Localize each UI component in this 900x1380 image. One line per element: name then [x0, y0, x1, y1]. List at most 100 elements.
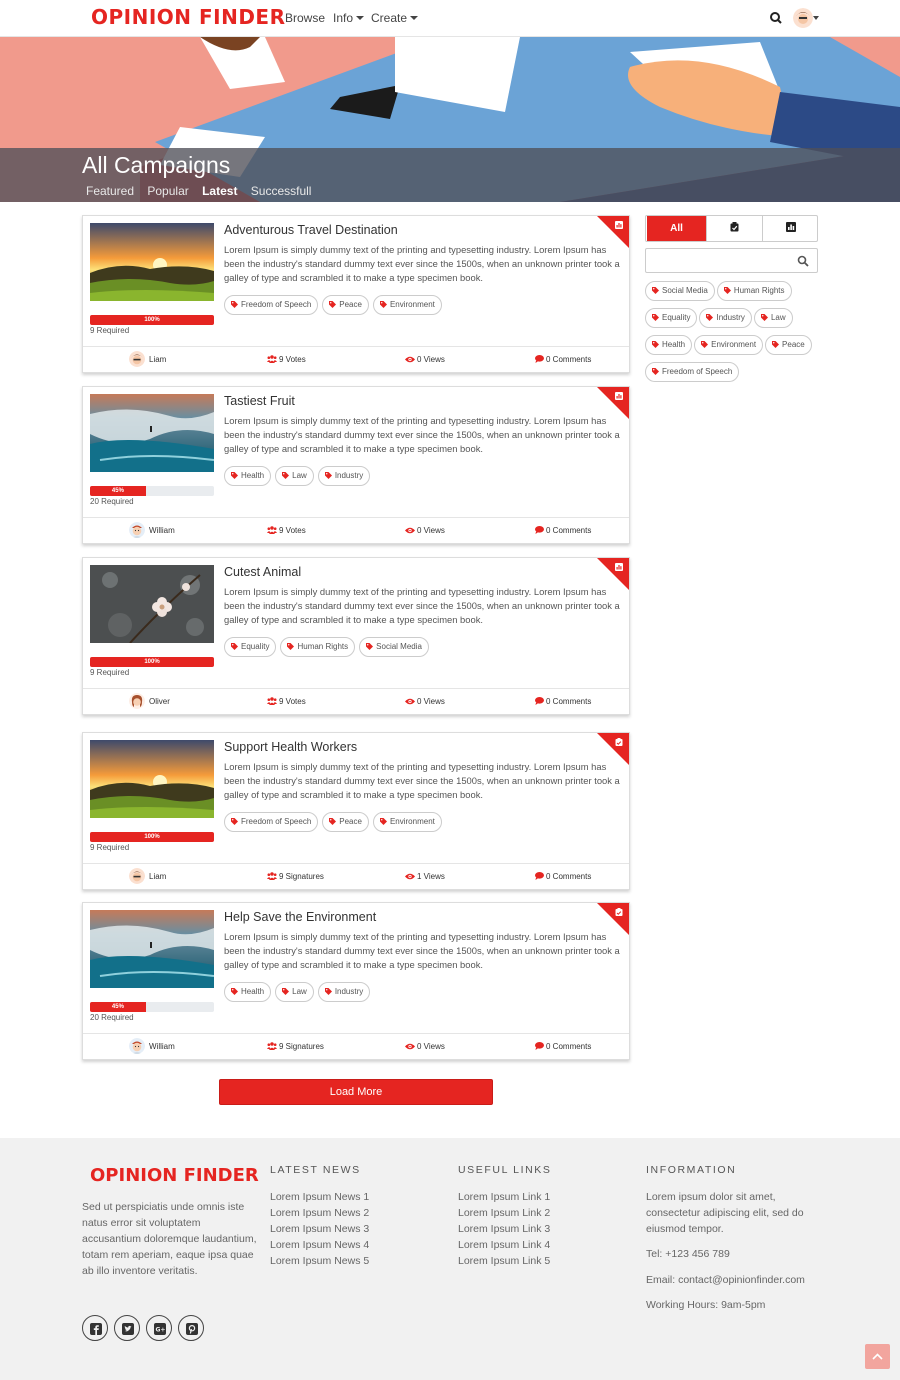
filter-polls-button[interactable]	[762, 216, 817, 241]
comments-count[interactable]: 0 Comments	[535, 872, 591, 881]
useful-link[interactable]: Lorem Ipsum Link 3	[458, 1221, 550, 1237]
author-avatar[interactable]	[129, 1038, 145, 1054]
tag-chip[interactable]: Law	[275, 982, 314, 1002]
author-name[interactable]: Oliver	[149, 697, 170, 706]
user-avatar[interactable]	[793, 8, 813, 28]
tag-icon	[760, 314, 768, 321]
tag-chip[interactable]: Freedom of Speech	[224, 812, 319, 832]
campaign-card[interactable]: 100% 9 Required Adventurous Travel Desti…	[82, 215, 630, 373]
author-name[interactable]: Liam	[149, 355, 166, 364]
tag-chip[interactable]: Industry	[317, 982, 371, 1002]
tab-latest[interactable]: Latest	[202, 184, 237, 198]
campaign-card[interactable]: 100% 9 Required Support Health Workers L…	[82, 732, 630, 890]
nav-create-label: Create	[371, 11, 408, 25]
filter-tag-chip[interactable]: Freedom of Speech	[645, 362, 740, 382]
footer-email[interactable]: Email: contact@opinionfinder.com	[646, 1272, 821, 1288]
author-avatar[interactable]	[129, 693, 145, 709]
tag-chip[interactable]: Peace	[322, 295, 369, 315]
campaign-card[interactable]: 45% 20 Required Tastiest Fruit Lorem Ips…	[82, 386, 630, 544]
author-avatar[interactable]	[129, 868, 145, 884]
tag-chip[interactable]: Health	[224, 466, 272, 486]
votes-count: 9 Signatures	[267, 1042, 324, 1051]
tag-icon	[282, 472, 290, 479]
campaign-card[interactable]: 100% 9 Required Cutest Animal Lorem Ipsu…	[82, 557, 630, 715]
author-name[interactable]: William	[149, 1042, 175, 1051]
tag-chip[interactable]: Law	[275, 466, 314, 486]
author-name[interactable]: William	[149, 526, 175, 535]
filter-tag-chip[interactable]: Industry	[699, 308, 752, 328]
search-icon[interactable]	[797, 255, 809, 267]
back-to-top-button[interactable]	[865, 1344, 890, 1369]
tag-label: Human Rights	[297, 642, 349, 651]
news-link[interactable]: Lorem Ipsum News 1	[270, 1189, 369, 1205]
filter-petitions-button[interactable]	[706, 216, 762, 241]
filter-tag-chip[interactable]: Human Rights	[716, 281, 792, 301]
chevron-down-icon[interactable]	[813, 16, 819, 20]
campaign-image[interactable]	[90, 910, 214, 988]
filter-all-button[interactable]: All	[647, 216, 706, 241]
campaign-title[interactable]: Help Save the Environment	[224, 910, 376, 924]
news-link[interactable]: Lorem Ipsum News 5	[270, 1253, 369, 1269]
votes-label: 9 Votes	[279, 697, 306, 706]
campaign-image[interactable]	[90, 394, 214, 472]
tag-icon	[366, 643, 374, 650]
campaign-title[interactable]: Cutest Animal	[224, 565, 301, 579]
brand-logo[interactable]: OPINION FINDER	[91, 5, 286, 29]
campaign-image[interactable]	[90, 565, 214, 643]
news-link[interactable]: Lorem Ipsum News 2	[270, 1205, 369, 1221]
tag-chip[interactable]: Equality	[224, 637, 277, 657]
campaign-title[interactable]: Adventurous Travel Destination	[224, 223, 398, 237]
tag-chip[interactable]: Peace	[322, 812, 369, 832]
required-count: 9 Required	[90, 668, 130, 677]
campaign-image[interactable]	[90, 223, 214, 301]
facebook-button[interactable]	[82, 1315, 108, 1341]
tab-popular[interactable]: Popular	[147, 184, 188, 198]
tag-chip[interactable]: Health	[224, 982, 272, 1002]
tag-chip[interactable]: Human Rights	[280, 637, 356, 657]
filter-tag-chip[interactable]: Peace	[765, 335, 812, 355]
search-icon[interactable]	[768, 10, 784, 26]
footer-logo[interactable]: OPINION FINDER	[90, 1165, 259, 1186]
campaign-search-input[interactable]	[645, 248, 818, 273]
pinterest-button[interactable]	[178, 1315, 204, 1341]
filter-tag-chip[interactable]: Social Media	[645, 281, 715, 301]
nav-create[interactable]: Create	[371, 11, 418, 25]
useful-link[interactable]: Lorem Ipsum Link 1	[458, 1189, 550, 1205]
tag-chip[interactable]: Environment	[372, 295, 442, 315]
tag-chip[interactable]: Environment	[372, 812, 442, 832]
tag-icon	[231, 472, 238, 479]
comments-count[interactable]: 0 Comments	[535, 526, 591, 535]
tag-icon	[231, 818, 238, 825]
useful-link[interactable]: Lorem Ipsum Link 4	[458, 1237, 550, 1253]
filter-tag-chip[interactable]: Health	[645, 335, 693, 355]
comments-count[interactable]: 0 Comments	[535, 697, 591, 706]
comments-count[interactable]: 0 Comments	[535, 355, 591, 364]
nav-info[interactable]: Info	[333, 11, 364, 25]
load-more-button[interactable]: Load More	[219, 1079, 493, 1105]
google-plus-button[interactable]: G+	[146, 1315, 172, 1341]
comments-count[interactable]: 0 Comments	[535, 1042, 591, 1051]
tag-chip[interactable]: Freedom of Speech	[224, 295, 319, 315]
tab-successfull[interactable]: Successfull	[251, 184, 312, 198]
author-avatar[interactable]	[129, 522, 145, 538]
twitter-button[interactable]	[114, 1315, 140, 1341]
campaign-card[interactable]: 45% 20 Required Help Save the Environmen…	[82, 902, 630, 1060]
news-link[interactable]: Lorem Ipsum News 4	[270, 1237, 369, 1253]
useful-link[interactable]: Lorem Ipsum Link 2	[458, 1205, 550, 1221]
author-avatar[interactable]	[129, 351, 145, 367]
useful-link[interactable]: Lorem Ipsum Link 5	[458, 1253, 550, 1269]
campaign-image[interactable]	[90, 740, 214, 818]
campaign-title[interactable]: Tastiest Fruit	[224, 394, 295, 408]
tab-featured[interactable]: Featured	[86, 184, 134, 198]
campaign-title[interactable]: Support Health Workers	[224, 740, 357, 754]
filter-tag-chip[interactable]: Environment	[694, 335, 764, 355]
tag-chip[interactable]: Social Media	[359, 637, 429, 657]
filter-tag-chip[interactable]: Law	[753, 308, 793, 328]
author-name[interactable]: Liam	[149, 872, 166, 881]
tag-chip[interactable]: Industry	[317, 466, 371, 486]
nav-browse[interactable]: Browse	[285, 11, 325, 25]
filter-tag-chip[interactable]: Equality	[645, 308, 698, 328]
news-link[interactable]: Lorem Ipsum News 3	[270, 1221, 369, 1237]
tag-icon	[329, 818, 337, 825]
footer-tel: Tel: +123 456 789	[646, 1248, 730, 1260]
